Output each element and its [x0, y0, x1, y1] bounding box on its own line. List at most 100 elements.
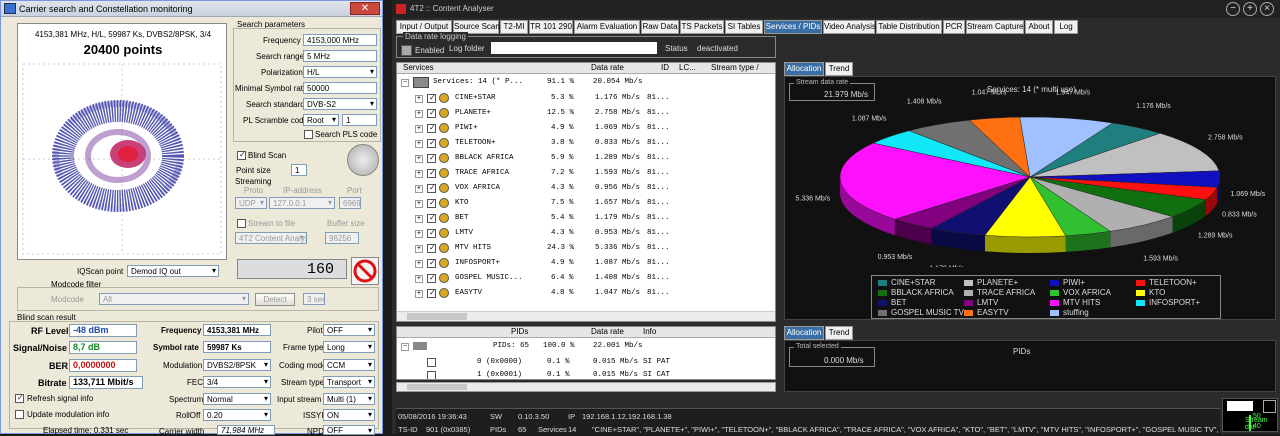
tab-pcr[interactable]: PCR — [943, 20, 965, 34]
pilot-select[interactable]: OFF — [323, 324, 375, 336]
mini-chart-expand-icon[interactable] — [1263, 400, 1276, 413]
tab-trend[interactable]: Trend — [825, 62, 853, 76]
row-checkbox[interactable] — [427, 183, 436, 193]
row-checkbox[interactable] — [427, 228, 436, 238]
table-row[interactable]: + TELETOON+ 3.8 % 0.833 Mb/s 81... — [397, 137, 775, 152]
tab-about[interactable]: About — [1025, 20, 1053, 34]
col-lc[interactable]: LC... — [679, 63, 696, 73]
buffer-size-input[interactable]: 96256 — [325, 232, 359, 244]
table-row[interactable]: + CINE+STAR 5.3 % 1.176 Mb/s 81... — [397, 92, 775, 107]
rolloff-select[interactable]: 0.20 — [203, 409, 271, 421]
row-checkbox[interactable] — [427, 198, 436, 208]
col-services[interactable]: Services — [403, 63, 434, 73]
row-checkbox[interactable] — [427, 243, 436, 253]
search-standard-select[interactable]: DVB-S2 — [303, 98, 377, 110]
col-stream-type[interactable]: Stream type / — [711, 63, 759, 73]
tab-allocation-pids[interactable]: Allocation — [784, 326, 824, 340]
row-checkbox[interactable] — [427, 168, 436, 178]
table-row[interactable]: + BET 5.4 % 1.179 Mb/s 81... — [397, 212, 775, 227]
col-data-rate[interactable]: Data rate — [591, 63, 624, 73]
port-input[interactable]: 6969 — [339, 197, 361, 209]
row-checkbox[interactable] — [427, 258, 436, 268]
point-size-input[interactable]: 1 — [291, 164, 307, 176]
row-checkbox[interactable] — [427, 138, 436, 148]
tab-alarm-evaluation[interactable]: Alarm Evaluation — [574, 20, 640, 34]
col-pid-data-rate[interactable]: Data rate — [591, 327, 624, 337]
fec-select[interactable]: 3/4 — [203, 376, 271, 388]
table-row[interactable]: + EASYTV 4.8 % 1.047 Mb/s 81... — [397, 287, 775, 302]
left-title-bar[interactable]: Carrier search and Constellation monitor… — [1, 1, 382, 17]
pl-scramble-mode-select[interactable]: Root — [303, 114, 339, 126]
right-title-bar[interactable]: 4T2 :: Content Analyser − + × — [392, 0, 1280, 18]
tab-trend-pids[interactable]: Trend — [825, 326, 853, 340]
ip-select[interactable]: 127.0.0.1 — [269, 197, 335, 209]
expand-icon[interactable]: + — [415, 110, 423, 118]
expand-icon[interactable]: + — [415, 290, 423, 298]
table-row[interactable]: + LMTV 4.3 % 0.953 Mb/s 81... — [397, 227, 775, 242]
iq-scan-select[interactable]: Demod IQ out — [127, 265, 219, 277]
row-checkbox[interactable] — [427, 153, 436, 163]
frequency-input[interactable]: 4153,000 MHz — [303, 34, 377, 46]
table-row[interactable]: + INFOSPORT+ 4.9 % 1.087 Mb/s 81... — [397, 257, 775, 272]
table-row[interactable]: + MTV HITS 24.3 % 5.336 Mb/s 81... — [397, 242, 775, 257]
expand-icon[interactable]: + — [415, 245, 423, 253]
table-row[interactable]: + KTO 7.5 % 1.657 Mb/s 81... — [397, 197, 775, 212]
expand-icon[interactable]: + — [415, 185, 423, 193]
log-folder-input[interactable] — [491, 42, 657, 54]
expand-icon[interactable]: + — [415, 140, 423, 148]
collapse-icon[interactable]: − — [401, 343, 409, 351]
frame-type-select[interactable]: Long — [323, 341, 375, 353]
pids-hscroll-thumb[interactable] — [407, 384, 467, 390]
expand-icon[interactable]: + — [415, 155, 423, 163]
pl-scramble-value-input[interactable]: 1 — [342, 114, 377, 126]
modulation-select[interactable]: DVBS2/8PSK — [203, 359, 271, 371]
expand-icon[interactable]: + — [415, 95, 423, 103]
row-checkbox[interactable] — [427, 108, 436, 118]
pids-root-row[interactable]: − PIDs: 65 100.0 % 22.001 Mb/s — [397, 341, 775, 356]
refresh-signal-checkbox[interactable] — [15, 393, 24, 403]
table-row[interactable]: + PLANETE+ 12.5 % 2.758 Mb/s 81... — [397, 107, 775, 122]
close-window-button[interactable]: × — [1260, 2, 1274, 16]
tab-ts-packets[interactable]: TS Packets — [680, 20, 724, 34]
expand-icon[interactable]: + — [415, 260, 423, 268]
expand-icon[interactable]: + — [415, 230, 423, 238]
input-stream-select[interactable]: Multi (1) — [323, 393, 375, 405]
tab-video-analysis[interactable]: Video Analysis — [823, 20, 876, 34]
tab-allocation[interactable]: Allocation — [784, 62, 824, 76]
expand-icon[interactable]: + — [415, 125, 423, 133]
logging-enabled-checkbox[interactable] — [401, 45, 412, 56]
search-range-input[interactable]: 5 MHz — [303, 50, 377, 62]
table-row[interactable]: + PIWI+ 4.9 % 1.069 Mb/s 81... — [397, 122, 775, 137]
expand-icon[interactable]: + — [415, 215, 423, 223]
col-id[interactable]: ID — [661, 63, 669, 73]
proto-select[interactable]: UDP — [235, 197, 267, 209]
expand-icon[interactable]: + — [415, 275, 423, 283]
tab-services-pids[interactable]: Services / PIDs — [764, 20, 822, 34]
table-row[interactable]: + VOX AFRICA 4.3 % 0.956 Mb/s 81... — [397, 182, 775, 197]
row-checkbox[interactable] — [427, 273, 436, 283]
row-checkbox[interactable] — [427, 358, 436, 367]
coding-mode-select[interactable]: CCM — [323, 359, 375, 371]
detect-button[interactable]: Detect — [255, 293, 295, 306]
row-checkbox[interactable] — [427, 213, 436, 223]
stop-button[interactable] — [351, 257, 379, 285]
hscroll-thumb[interactable] — [407, 313, 467, 320]
stream-to-file-checkbox[interactable] — [237, 219, 246, 228]
table-row[interactable]: + TRACE AFRICA 7.2 % 1.593 Mb/s 81... — [397, 167, 775, 182]
minimize-button[interactable]: − — [1226, 2, 1240, 16]
min-symbol-rate-input[interactable]: 50000 — [303, 82, 377, 94]
tab-table-distribution[interactable]: Table Distribution — [876, 20, 942, 34]
tab-si-tables[interactable]: SI Tables — [725, 20, 763, 34]
detect-seconds[interactable]: 3 sec — [303, 293, 325, 305]
row-checkbox[interactable] — [427, 123, 436, 133]
satellite-dish-icon[interactable] — [347, 144, 379, 176]
services-root-row[interactable]: − Services: 14 (* P... 91.1 % 20.054 Mb/… — [397, 77, 775, 92]
issyi-select[interactable]: ON — [323, 409, 375, 421]
tab-log[interactable]: Log — [1054, 20, 1078, 34]
stream-type-select[interactable]: Transport — [323, 376, 375, 388]
col-pids[interactable]: PIDs — [511, 327, 528, 337]
tab-t2mi[interactable]: T2-MI — [500, 20, 528, 34]
row-checkbox[interactable] — [427, 371, 436, 379]
row-checkbox[interactable] — [427, 288, 436, 298]
expand-icon[interactable]: + — [415, 170, 423, 178]
